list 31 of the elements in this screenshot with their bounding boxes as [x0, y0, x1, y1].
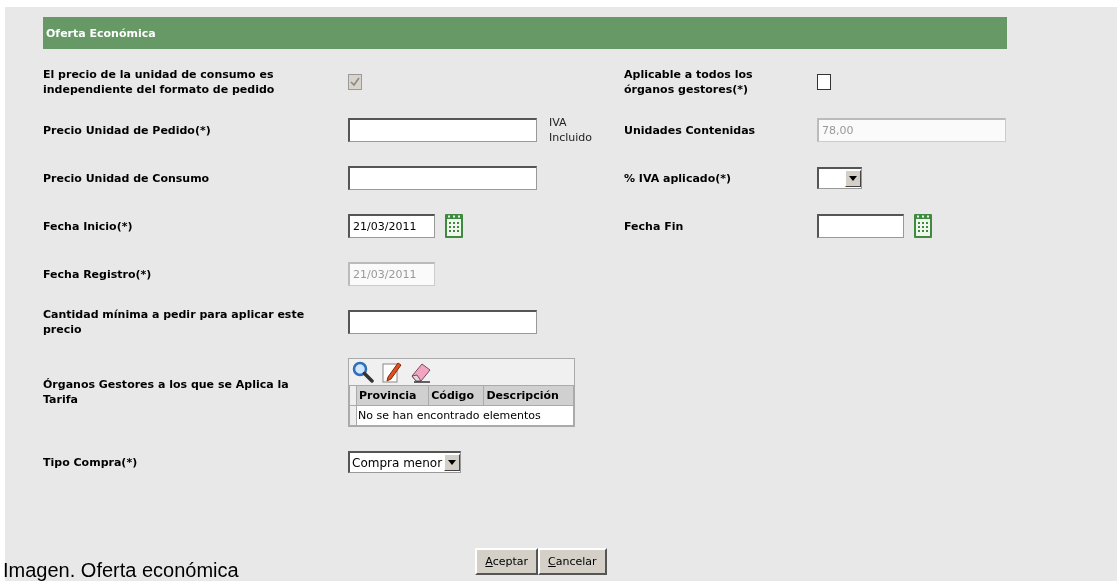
- date-field[interactable]: [817, 214, 904, 238]
- calendar-icon[interactable]: [444, 213, 464, 239]
- field-label: Fecha Registro(*): [43, 266, 153, 282]
- section-header: Oferta Económica: [43, 17, 1007, 49]
- field-label: Aplicable a todos los órganos gestores(*): [624, 67, 754, 97]
- calendar-icon[interactable]: [913, 213, 933, 239]
- field-label: Fecha Inicio(*): [43, 218, 134, 234]
- column-header[interactable]: Descripción: [483, 385, 574, 405]
- input-field[interactable]: [348, 166, 537, 190]
- field-label: % IVA aplicado(*): [624, 170, 733, 186]
- field-label: Precio Unidad de Pedido(*): [43, 122, 212, 138]
- unit-note: IVA Incluido: [549, 115, 594, 145]
- field-label: Unidades Contenidas: [624, 122, 757, 138]
- field-label: Precio Unidad de Consumo: [43, 170, 211, 186]
- dialog-button[interactable]: Cancelar: [538, 548, 607, 575]
- pencil-icon[interactable]: [382, 360, 402, 383]
- checkbox[interactable]: [817, 74, 831, 90]
- column-header[interactable]: Provincia: [356, 385, 429, 405]
- input-field[interactable]: [348, 310, 537, 334]
- dropdown[interactable]: Compra menor: [348, 451, 462, 473]
- field-label: El precio de la unidad de consumo es independiente del formato de pedido: [43, 67, 276, 97]
- date-field[interactable]: 21/03/2011: [348, 214, 435, 238]
- field-label: Órganos Gestores a los que se Aplica la Tarifa: [43, 377, 290, 407]
- column-header[interactable]: Código: [428, 385, 484, 405]
- dialog-button[interactable]: Aceptar: [475, 548, 539, 575]
- field-label: Cantidad mínima a pedir para aplicar este precio: [43, 307, 306, 337]
- search-icon[interactable]: [352, 360, 374, 383]
- field-label: Tipo Compra(*): [43, 454, 139, 470]
- input-field[interactable]: [348, 118, 537, 142]
- field-label: Fecha Fin: [624, 218, 685, 234]
- dropdown[interactable]: [817, 167, 862, 189]
